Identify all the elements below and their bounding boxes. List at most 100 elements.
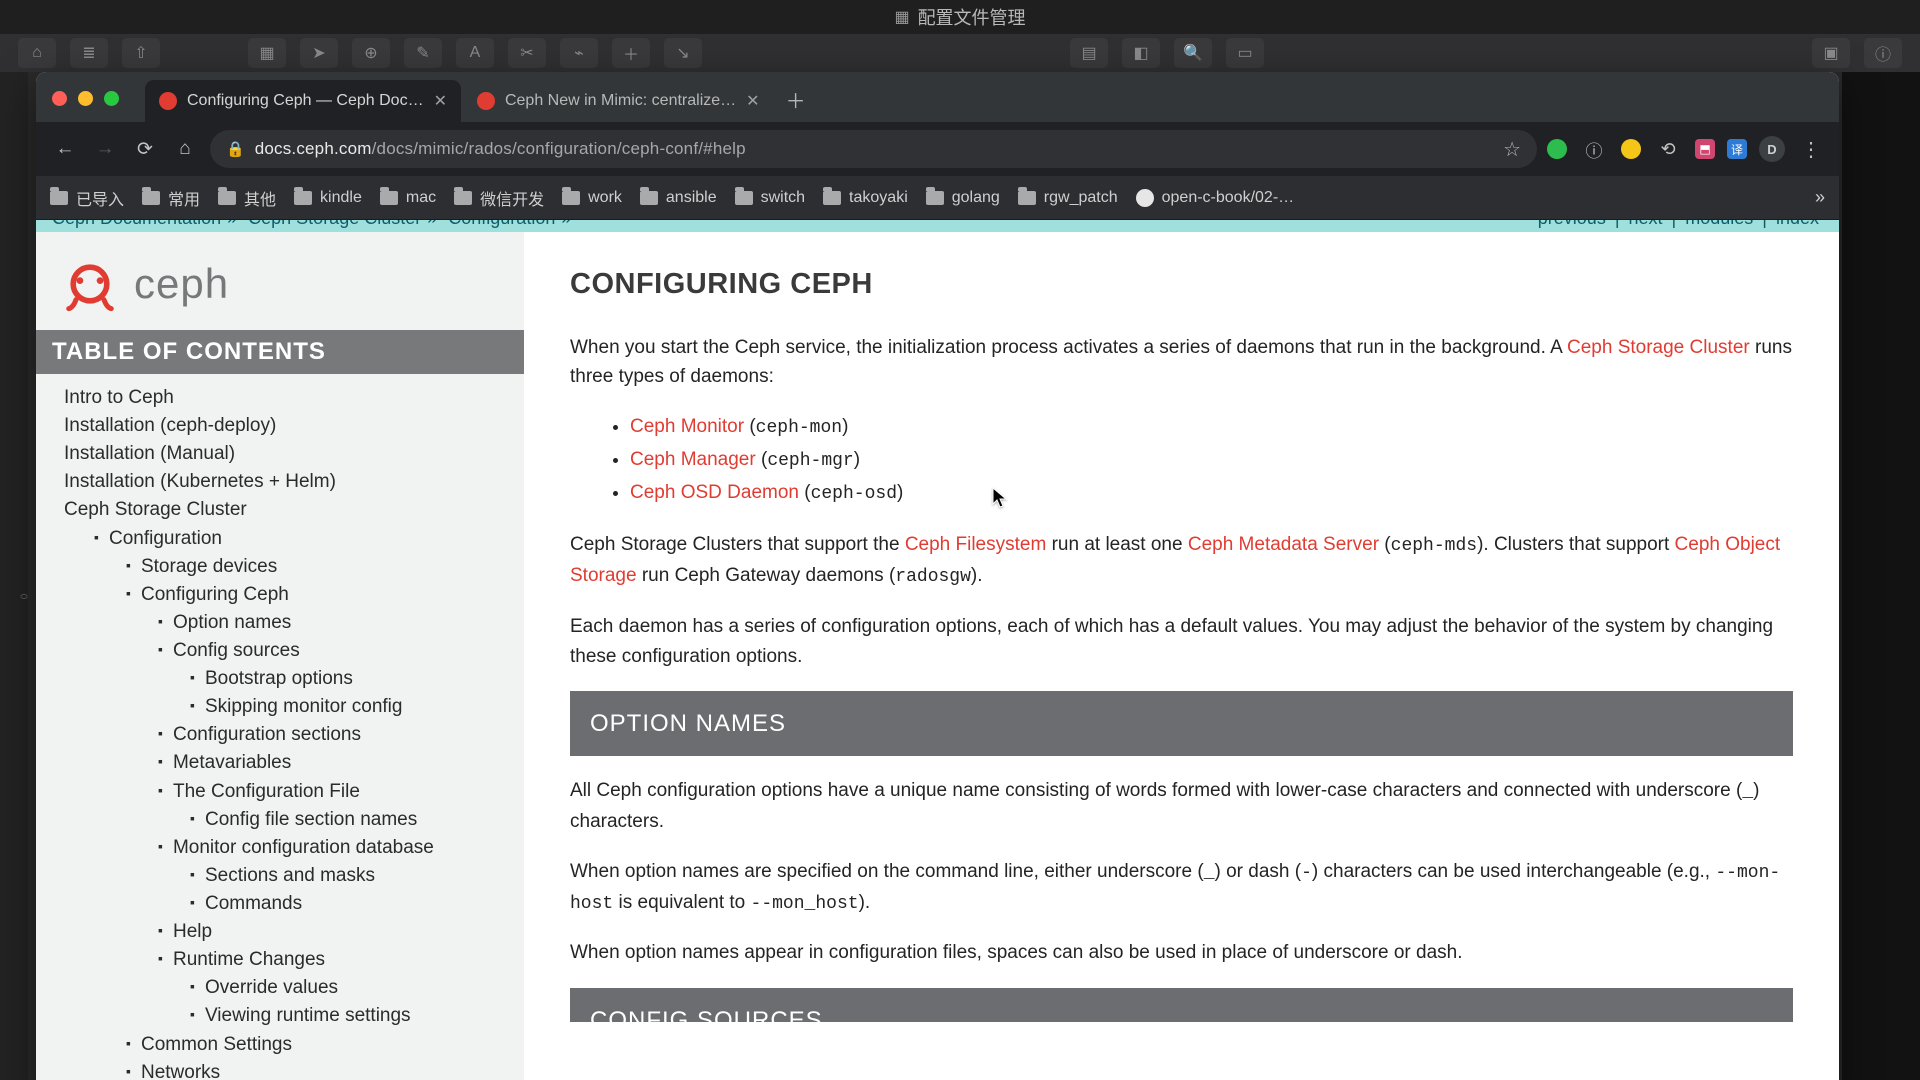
extension-yellow-dot-icon[interactable]	[1621, 139, 1641, 159]
window-close-button[interactable]	[52, 91, 67, 106]
tab-active[interactable]: Configuring Ceph — Ceph Doc… ✕	[145, 80, 461, 122]
toc-item[interactable]: Configuration sections	[36, 721, 524, 749]
chrome-menu-button[interactable]: ⋮	[1797, 137, 1825, 162]
breadcrumb-bar: Ceph Documentation» Ceph Storage Cluster…	[36, 220, 1839, 232]
bookmark-folder[interactable]: 其他	[218, 186, 276, 210]
extension-translate-icon[interactable]: 译	[1727, 139, 1747, 159]
bg-tool-4[interactable]: ⊕	[352, 38, 390, 68]
bookmark-link[interactable]: open-c-book/02-…	[1136, 189, 1295, 207]
bookmark-star-button[interactable]: ☆	[1503, 137, 1521, 162]
toc-item[interactable]: Runtime Changes	[36, 946, 524, 974]
bookmark-folder[interactable]: golang	[926, 189, 1000, 207]
breadcrumb-link[interactable]: Ceph Documentation	[52, 220, 221, 228]
bg-tool-5[interactable]: ✎	[404, 38, 442, 68]
tab-inactive[interactable]: Ceph New in Mimic: centralize… ✕	[463, 80, 774, 122]
bg-tool-9[interactable]: ↘	[664, 38, 702, 68]
bookmark-folder[interactable]: switch	[735, 189, 805, 207]
toc-item[interactable]: Skipping monitor config	[36, 693, 524, 721]
bookmark-folder[interactable]: rgw_patch	[1018, 189, 1118, 207]
daemon-link[interactable]: Ceph Monitor	[630, 416, 744, 437]
toc-item[interactable]: Config sources	[36, 637, 524, 665]
folder-icon	[294, 191, 312, 205]
bg-tool-text[interactable]: A	[456, 38, 494, 68]
bookmark-folder[interactable]: 微信开发	[454, 186, 544, 210]
bookmark-folder[interactable]: 已导入	[50, 186, 124, 210]
extension-evernote-icon[interactable]	[1547, 139, 1567, 159]
tab-close-button[interactable]: ✕	[434, 91, 447, 111]
new-tab-button[interactable]: ＋	[786, 85, 806, 114]
link-ceph-mds[interactable]: Ceph Metadata Server	[1188, 534, 1379, 555]
bookmark-folder[interactable]: kindle	[294, 189, 362, 207]
breadcrumb-link[interactable]: Configuration	[448, 220, 555, 228]
toc-item[interactable]: Common Settings	[36, 1031, 524, 1059]
bookmark-folder[interactable]: work	[562, 189, 622, 207]
bookmark-folder[interactable]: ansible	[640, 189, 717, 207]
nav-previous-link[interactable]: previous	[1538, 220, 1606, 228]
toc-item[interactable]: Installation (Manual)	[36, 440, 524, 468]
toc-item[interactable]: Storage devices	[36, 553, 524, 581]
toc-item[interactable]: Bootstrap options	[36, 665, 524, 693]
toc-item[interactable]: Sections and masks	[36, 862, 524, 890]
bg-tool-r1[interactable]: ◧	[1122, 38, 1160, 68]
bg-tool-0[interactable]: ⌂	[18, 38, 56, 68]
toc-item[interactable]: Metavariables	[36, 749, 524, 777]
bg-tool-r2[interactable]: 🔍	[1174, 38, 1212, 68]
reload-button[interactable]: ⟳	[130, 134, 160, 164]
bg-tool-3[interactable]: ▦	[248, 38, 286, 68]
extension-pink-icon[interactable]: ⬒	[1695, 139, 1715, 159]
toc-item[interactable]: Help	[36, 918, 524, 946]
window-minimize-button[interactable]	[78, 91, 93, 106]
toc-heading: TABLE OF CONTENTS	[36, 330, 524, 374]
bg-tool-cursor[interactable]: ➤	[300, 38, 338, 68]
home-button[interactable]: ⌂	[170, 134, 200, 164]
toc-item[interactable]: Ceph Storage Cluster	[36, 496, 524, 524]
breadcrumb-link[interactable]: Ceph Storage Cluster	[248, 220, 421, 228]
daemon-link[interactable]: Ceph Manager	[630, 449, 756, 470]
bg-tool-1[interactable]: ≣	[70, 38, 108, 68]
profile-avatar[interactable]: D	[1759, 136, 1785, 162]
bookmark-folder[interactable]: 常用	[142, 186, 200, 210]
bg-tool-rr0[interactable]: ▣	[1812, 38, 1850, 68]
toc-item[interactable]: Installation (ceph-deploy)	[36, 412, 524, 440]
bg-tool-8[interactable]: ＋	[612, 38, 650, 68]
bg-tool-r3[interactable]: ▭	[1226, 38, 1264, 68]
toc-item[interactable]: Installation (Kubernetes + Helm)	[36, 468, 524, 496]
toc-item[interactable]: Override values	[36, 974, 524, 1002]
toc-item[interactable]: The Configuration File	[36, 778, 524, 806]
window-maximize-button[interactable]	[104, 91, 119, 106]
toc-item[interactable]: Configuration	[36, 525, 524, 553]
toc-item[interactable]: Option names	[36, 609, 524, 637]
toc-item[interactable]: Commands	[36, 890, 524, 918]
paragraph-option-names-cli: When option names are specified on the c…	[570, 857, 1793, 919]
toc-item[interactable]: Config file section names	[36, 806, 524, 834]
bookmark-folder[interactable]: takoyaki	[823, 189, 908, 207]
toc-item[interactable]: Configuring Ceph	[36, 581, 524, 609]
daemon-link[interactable]: Ceph OSD Daemon	[630, 482, 799, 503]
daemon-list: Ceph Monitor (ceph-mon)Ceph Manager (cep…	[570, 412, 1793, 509]
bg-tool-2[interactable]: ⇧	[122, 38, 160, 68]
bg-tool-6[interactable]: ✂	[508, 38, 546, 68]
bookmarks-overflow-button[interactable]: »	[1815, 187, 1825, 208]
bg-tool-7[interactable]: ⌁	[560, 38, 598, 68]
link-ceph-storage-cluster[interactable]: Ceph Storage Cluster	[1567, 337, 1750, 358]
breadcrumb-right: previous | next | modules | index	[1534, 220, 1823, 229]
logo[interactable]: ceph	[36, 232, 524, 330]
ceph-logo-icon	[62, 256, 118, 312]
extension-sync-icon[interactable]: ⟲	[1653, 134, 1683, 164]
toc-item[interactable]: Intro to Ceph	[36, 384, 524, 412]
back-button[interactable]: ←	[50, 134, 80, 164]
nav-index-link[interactable]: index	[1776, 220, 1819, 228]
extension-info-icon[interactable]: ⓘ	[1579, 134, 1609, 164]
forward-button[interactable]: →	[90, 134, 120, 164]
toc-item[interactable]: Monitor configuration database	[36, 834, 524, 862]
bg-tool-r0[interactable]: ▤	[1070, 38, 1108, 68]
omnibox[interactable]: 🔒 docs.ceph.com/docs/mimic/rados/configu…	[210, 130, 1537, 168]
toc-item[interactable]: Viewing runtime settings	[36, 1002, 524, 1030]
toc-item[interactable]: Networks	[36, 1059, 524, 1080]
nav-next-link[interactable]: next	[1629, 220, 1663, 228]
bg-tool-info[interactable]: ⓘ	[1864, 38, 1902, 68]
link-ceph-filesystem[interactable]: Ceph Filesystem	[905, 534, 1047, 555]
nav-modules-link[interactable]: modules	[1685, 220, 1753, 228]
bookmark-folder[interactable]: mac	[380, 189, 436, 207]
tab-close-button[interactable]: ✕	[746, 91, 759, 111]
